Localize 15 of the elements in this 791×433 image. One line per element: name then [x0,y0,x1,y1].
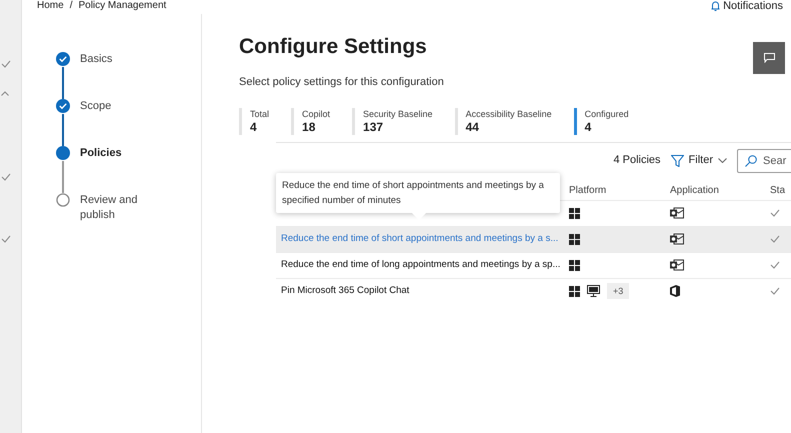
breadcrumb-separator: / [70,0,72,12]
page-title: Configure Settings [239,34,427,60]
page-subtitle: Select policy settings for this configuration [239,75,445,90]
stat-value: 18 [302,120,316,134]
stat-label: Copilot [302,108,330,120]
stat-label: Security Baseline [363,108,433,120]
policy-count: 4 Policies [613,153,661,168]
more-badge: +3 [607,283,630,299]
stat-label: Configured [584,108,629,120]
stat-label: Accessibility Baseline [466,108,552,120]
stat-value: 4 [584,120,592,134]
stat-value: 4 [250,120,258,134]
stat-label: Total [250,108,270,120]
stat-value: 44 [466,120,480,134]
stat-value: 137 [363,120,384,134]
